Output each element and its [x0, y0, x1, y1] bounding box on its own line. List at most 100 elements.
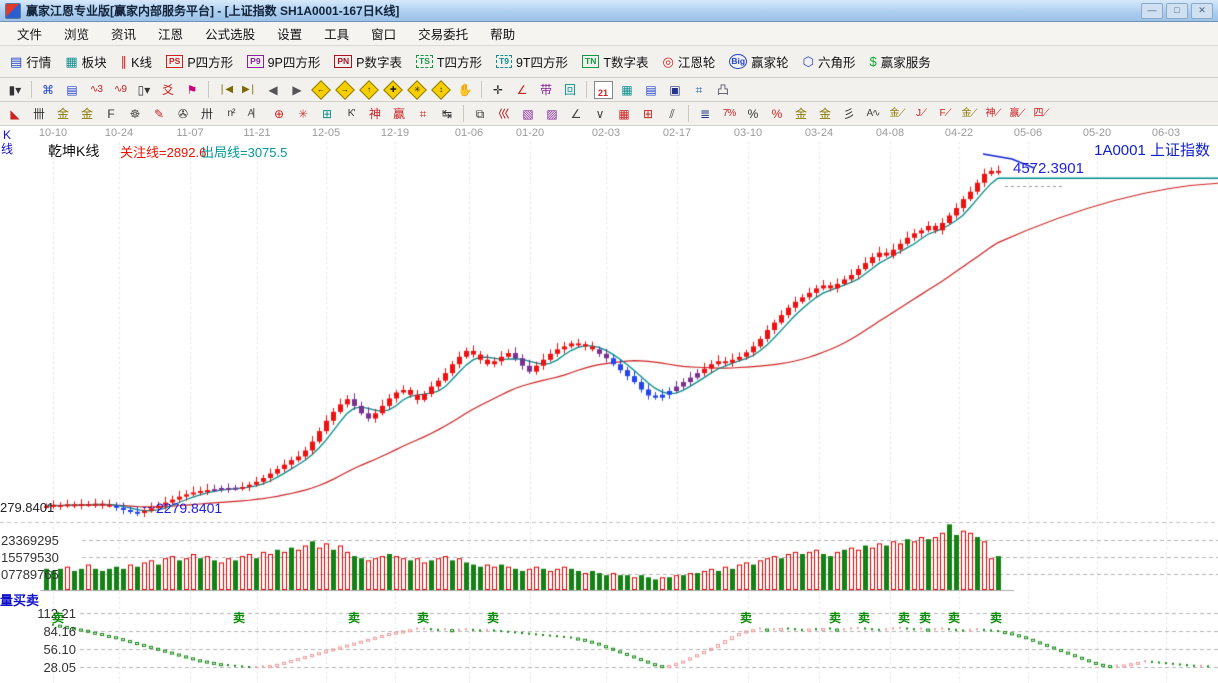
notes-icon[interactable]: ▤	[639, 79, 663, 101]
kline-button[interactable]: ∥K线	[114, 50, 159, 73]
next-candle-icon[interactable]: ▶	[285, 79, 309, 101]
print-icon[interactable]: 凸	[711, 79, 735, 101]
winner-wheel-button[interactable]: Big赢家轮	[722, 50, 795, 73]
crosshair-icon[interactable]: ✛	[486, 79, 510, 101]
wave-form-icon[interactable]: 回	[558, 79, 582, 101]
9p-square-button[interactable]: P99P四方形	[240, 50, 327, 73]
hash-ruler-icon[interactable]: 卅	[195, 103, 219, 125]
volume-profile-icon[interactable]: ⚑	[180, 79, 204, 101]
pencil-icon[interactable]: ✎	[147, 103, 171, 125]
p-number-table-button[interactable]: PNP数字表	[327, 50, 409, 73]
winner-service-button[interactable]: $赢家服务	[862, 50, 937, 73]
box-tool-icon[interactable]: ⧉	[468, 103, 492, 125]
last-page-icon[interactable]: ▶❘	[237, 79, 261, 101]
purple-fan-icon[interactable]: ▧	[516, 103, 540, 125]
gann-wheel-button[interactable]: ◎江恩轮	[656, 50, 723, 73]
wave-3-icon[interactable]: ∿3	[84, 79, 108, 101]
a-wave-icon[interactable]: A∿	[861, 103, 885, 125]
angle-line-icon[interactable]: ∠	[510, 79, 534, 101]
wave-9-icon[interactable]: ∿9	[108, 79, 132, 101]
calendar-icon[interactable]: 21	[591, 79, 615, 101]
calculator-icon[interactable]: ▦	[615, 79, 639, 101]
period-candle-dropdown[interactable]: ▮▾	[3, 79, 27, 101]
spiral-icon[interactable]: ☸	[123, 103, 147, 125]
prev-candle-icon[interactable]: ◀	[261, 79, 285, 101]
menu-item-trade-order[interactable]: 交易委托	[407, 21, 479, 46]
qiankun-figure-icon[interactable]: 爻	[156, 79, 180, 101]
purple-grid-icon[interactable]: ▨	[540, 103, 564, 125]
mirror-a-icon[interactable]: A⎸	[243, 103, 267, 125]
gann-compass-icon[interactable]: ✇	[171, 103, 195, 125]
ruler-123-icon[interactable]: ⌗	[411, 103, 435, 125]
pct-line-icon[interactable]: %	[765, 103, 789, 125]
v-line-icon[interactable]: ∨	[588, 103, 612, 125]
diamond-star-icon[interactable]: ✳	[405, 79, 429, 101]
sectors-button[interactable]: ▦板块	[58, 50, 113, 73]
k-quote-icon[interactable]: K'	[339, 103, 363, 125]
network-icon[interactable]: ⌗	[687, 79, 711, 101]
diamond-cross-icon[interactable]: ✚	[381, 79, 405, 101]
n2-icon[interactable]: n²	[219, 103, 243, 125]
shen-grid-icon[interactable]: 神	[363, 103, 387, 125]
diamond-left-icon[interactable]: ←	[309, 79, 333, 101]
menu-item-tools[interactable]: 工具	[313, 21, 360, 46]
gann-form-icon[interactable]: 带	[534, 79, 558, 101]
brush-icon[interactable]: 彡	[837, 103, 861, 125]
menu-item-news[interactable]: 资讯	[100, 21, 147, 46]
menu-item-help[interactable]: 帮助	[479, 21, 526, 46]
menu-item-window[interactable]: 窗口	[360, 21, 407, 46]
j-angle-icon[interactable]: J⟋	[909, 103, 933, 125]
9t-square-button[interactable]: T99T四方形	[489, 50, 575, 73]
span-arrow-icon[interactable]: ↹	[435, 103, 459, 125]
gold-ruler-icon[interactable]: 金	[51, 103, 75, 125]
seven-pct-icon[interactable]: 7%	[717, 103, 741, 125]
shen-angle-icon[interactable]: 神⟋	[981, 103, 1005, 125]
minimize-button[interactable]: —	[1141, 3, 1163, 19]
f-ruler-icon[interactable]: F	[99, 103, 123, 125]
t-number-table-button[interactable]: TNT数字表	[575, 50, 655, 73]
first-page-icon[interactable]: ❘◀	[213, 79, 237, 101]
pct-icon[interactable]: %	[741, 103, 765, 125]
curve-tool-icon[interactable]: ⌘	[36, 79, 60, 101]
diamond-updown-icon[interactable]: ↕	[429, 79, 453, 101]
menu-item-formula-stock-pick[interactable]: 公式选股	[194, 21, 266, 46]
circle-cross-icon[interactable]: ⊕	[267, 103, 291, 125]
gold-circle-icon[interactable]: 金	[789, 103, 813, 125]
candle-style-dropdown[interactable]: ▯▾	[132, 79, 156, 101]
menu-item-settings[interactable]: 设置	[266, 21, 313, 46]
maximize-button[interactable]: □	[1166, 3, 1188, 19]
hexagon-button[interactable]: ⬡六角形	[796, 50, 863, 73]
red-grid-icon[interactable]: ▦	[612, 103, 636, 125]
eraser-icon[interactable]: ◣	[3, 103, 27, 125]
gold-line-icon[interactable]: 金	[813, 103, 837, 125]
si-angle-icon[interactable]: 四⟋	[1029, 103, 1053, 125]
ying-grid-icon[interactable]: 赢	[387, 103, 411, 125]
gold-angle2-icon[interactable]: 金⟋	[957, 103, 981, 125]
gold-angle-icon[interactable]: 金⟋	[885, 103, 909, 125]
grid-box-icon[interactable]: ⊞	[315, 103, 339, 125]
menu-item-file[interactable]: 文件	[6, 21, 53, 46]
fan-rays-icon[interactable]: 巛	[492, 103, 516, 125]
diamond-right-icon[interactable]: →	[333, 79, 357, 101]
gold-ruler2-icon[interactable]: 金	[75, 103, 99, 125]
tick-ruler-icon[interactable]: 卌	[27, 103, 51, 125]
p-square-button[interactable]: PSP四方形	[159, 50, 240, 73]
quotes-button[interactable]: ▤行情	[3, 50, 58, 73]
hand-tool-icon[interactable]: ✋	[453, 79, 477, 101]
diamond-up-icon[interactable]: ↑	[357, 79, 381, 101]
gann-table-icon[interactable]: ≣	[693, 103, 717, 125]
close-button[interactable]: ✕	[1191, 3, 1213, 19]
red-grid2-icon[interactable]: ⊞	[636, 103, 660, 125]
menu-item-browse[interactable]: 浏览	[53, 21, 100, 46]
kline-side-tab[interactable]: K线	[0, 128, 14, 156]
star-circle-icon[interactable]: ✳	[291, 103, 315, 125]
quote-list-icon[interactable]: ▤	[60, 79, 84, 101]
ying-angle-icon[interactable]: 赢⟋	[1005, 103, 1029, 125]
parallel-icon[interactable]: ⫽	[660, 103, 684, 125]
chart-canvas[interactable]	[0, 126, 1218, 683]
angle-lines-icon[interactable]: ∠	[564, 103, 588, 125]
menu-item-gann[interactable]: 江恩	[147, 21, 194, 46]
f-angle-icon[interactable]: F⟋	[933, 103, 957, 125]
save-icon[interactable]: ▣	[663, 79, 687, 101]
t-square-button[interactable]: TST四方形	[409, 50, 489, 73]
